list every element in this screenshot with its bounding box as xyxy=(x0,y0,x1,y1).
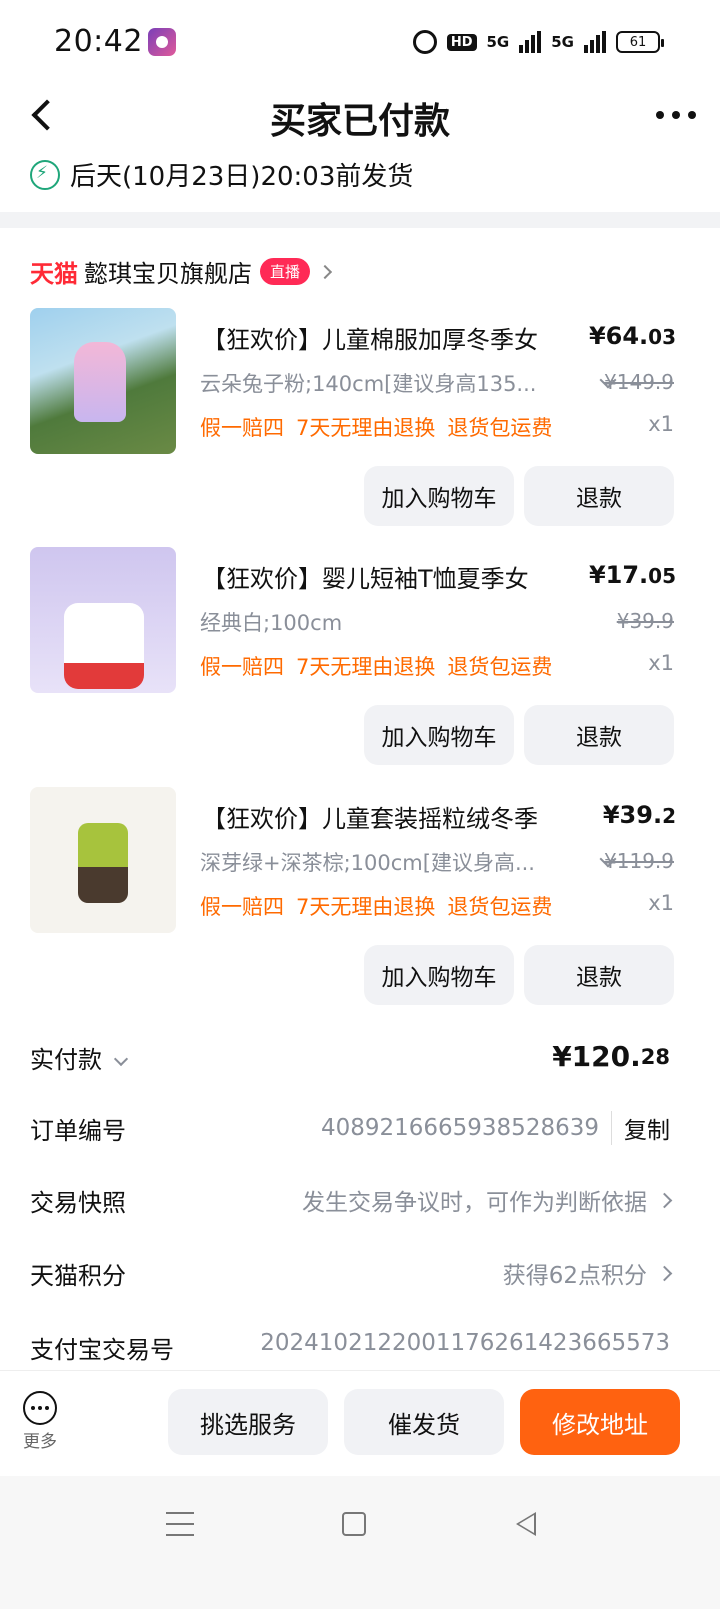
paid-amount-row[interactable]: 实付款 ¥120. 28 xyxy=(30,1036,670,1076)
product-image[interactable] xyxy=(30,308,176,454)
battery-icon: 61 xyxy=(616,31,664,53)
order-item[interactable]: 【狂欢价】婴儿短袖T恤夏季女 ¥17.05 经典白;100cm ¥39.9 假一… xyxy=(30,547,690,767)
status-time: 20:42 xyxy=(54,24,143,59)
menu-icon[interactable] xyxy=(166,1512,194,1536)
hd-voice-icon: HD xyxy=(446,33,477,51)
product-sku[interactable]: 经典白;100cm xyxy=(200,607,342,637)
product-price: ¥17.05 xyxy=(588,561,676,589)
alarm-icon xyxy=(412,30,437,54)
add-to-cart-button[interactable]: 加入购物车 xyxy=(364,945,514,1005)
order-item[interactable]: 【狂欢价】儿童套装摇粒绒冬季 ¥39.2 深芽绿+深茶棕;100cm[建议身高.… xyxy=(30,787,690,1007)
points-row[interactable]: 天猫积分 获得62点积分 xyxy=(30,1252,673,1292)
tmall-logo: 天猫 xyxy=(30,260,78,288)
chevron-right-icon xyxy=(656,1192,673,1208)
signal-icon-2 xyxy=(584,31,606,53)
alipay-value: 2024102122001176261423665573 xyxy=(260,1330,670,1356)
product-image[interactable] xyxy=(30,547,176,693)
service-tags: 假一赔四 7天无理由退换 退货包运费 xyxy=(200,655,553,679)
product-sku[interactable]: 云朵兔子粉;140cm[建议身高135... xyxy=(200,368,536,398)
paid-amount: ¥120. 28 xyxy=(552,1040,670,1073)
refund-button[interactable]: 退款 xyxy=(524,705,674,765)
order-item[interactable]: 【狂欢价】儿童棉服加厚冬季女 ¥64.03 云朵兔子粉;140cm[建议身高13… xyxy=(30,308,690,528)
more-options-icon[interactable] xyxy=(656,100,696,130)
refund-button[interactable]: 退款 xyxy=(524,945,674,1005)
home-icon[interactable] xyxy=(342,1512,366,1536)
copy-button[interactable]: 复制 xyxy=(611,1111,670,1145)
lightning-icon xyxy=(30,159,60,190)
service-tags: 假一赔四 7天无理由退换 退货包运费 xyxy=(200,895,553,919)
change-address-button[interactable]: 修改地址 xyxy=(520,1389,680,1455)
chevron-right-icon xyxy=(317,264,333,279)
snapshot-value: 发生交易争议时，可作为判断依据 xyxy=(302,1183,673,1217)
system-nav-bar xyxy=(0,1476,720,1609)
more-label: 更多 xyxy=(23,1432,57,1452)
network-5g-label-2: 5G xyxy=(551,33,574,51)
app-notification-icon xyxy=(148,28,176,56)
more-icon xyxy=(23,1391,57,1425)
product-sku[interactable]: 深芽绿+深茶棕;100cm[建议身高... xyxy=(200,847,535,877)
select-service-button[interactable]: 挑选服务 xyxy=(168,1389,328,1455)
product-price: ¥64.03 xyxy=(588,322,676,350)
product-quantity: x1 xyxy=(648,412,674,436)
product-title: 【狂欢价】婴儿短袖T恤夏季女 xyxy=(202,565,529,593)
service-tags: 假一赔四 7天无理由退换 退货包运费 xyxy=(200,416,553,440)
product-image[interactable] xyxy=(30,787,176,933)
snapshot-label: 交易快照 xyxy=(30,1189,126,1217)
alipay-label: 支付宝交易号 xyxy=(30,1336,174,1364)
urge-shipping-button[interactable]: 催发货 xyxy=(344,1389,504,1455)
chevron-down-icon[interactable] xyxy=(113,1051,129,1067)
product-title: 【狂欢价】儿童套装摇粒绒冬季 xyxy=(202,805,538,833)
order-number-row: 订单编号 4089216665938528639 复制 xyxy=(30,1107,670,1147)
order-number-label: 订单编号 xyxy=(30,1117,126,1145)
refund-button[interactable]: 退款 xyxy=(524,466,674,526)
original-price: ¥39.9 xyxy=(616,609,674,633)
original-price: ¥149.9 xyxy=(604,370,674,394)
back-triangle-icon[interactable] xyxy=(516,1512,536,1536)
section-divider xyxy=(0,212,720,228)
paid-label: 实付款 xyxy=(30,1040,129,1075)
system-icons: HD 5G 5G 61 xyxy=(412,30,664,54)
shipping-notice: 后天(10月23日)20:03前发货 xyxy=(30,156,413,193)
product-title: 【狂欢价】儿童棉服加厚冬季女 xyxy=(202,326,538,354)
status-bar: 20:42 HD 5G 5G 61 xyxy=(0,0,720,86)
page-title: 买家已付款 xyxy=(269,101,450,142)
order-number-value: 4089216665938528639 复制 xyxy=(321,1111,670,1145)
more-button[interactable]: 更多 xyxy=(18,1391,62,1452)
live-badge: 直播 xyxy=(260,258,311,285)
snapshot-row[interactable]: 交易快照 发生交易争议时，可作为判断依据 xyxy=(30,1179,673,1219)
add-to-cart-button[interactable]: 加入购物车 xyxy=(364,466,514,526)
signal-icon-1 xyxy=(519,31,542,53)
points-label: 天猫积分 xyxy=(30,1262,126,1290)
store-header[interactable]: 天猫 懿琪宝贝旗舰店 直播 xyxy=(30,254,333,289)
product-price: ¥39.2 xyxy=(602,801,676,829)
network-5g-label-1: 5G xyxy=(486,33,510,51)
page-header: 买家已付款 xyxy=(0,86,720,146)
original-price: ¥119.9 xyxy=(604,849,674,873)
product-quantity: x1 xyxy=(648,651,674,675)
add-to-cart-button[interactable]: 加入购物车 xyxy=(364,705,514,765)
shipping-text: 后天(10月23日)20:03前发货 xyxy=(70,162,414,192)
store-name: 懿琪宝贝旗舰店 xyxy=(84,260,252,288)
product-quantity: x1 xyxy=(648,891,674,915)
alipay-row: 支付宝交易号 2024102122001176261423665573 xyxy=(30,1326,670,1366)
bottom-action-bar: 更多 挑选服务 催发货 修改地址 xyxy=(0,1370,720,1476)
chevron-right-icon xyxy=(656,1265,673,1281)
points-value: 获得62点积分 xyxy=(503,1256,673,1290)
